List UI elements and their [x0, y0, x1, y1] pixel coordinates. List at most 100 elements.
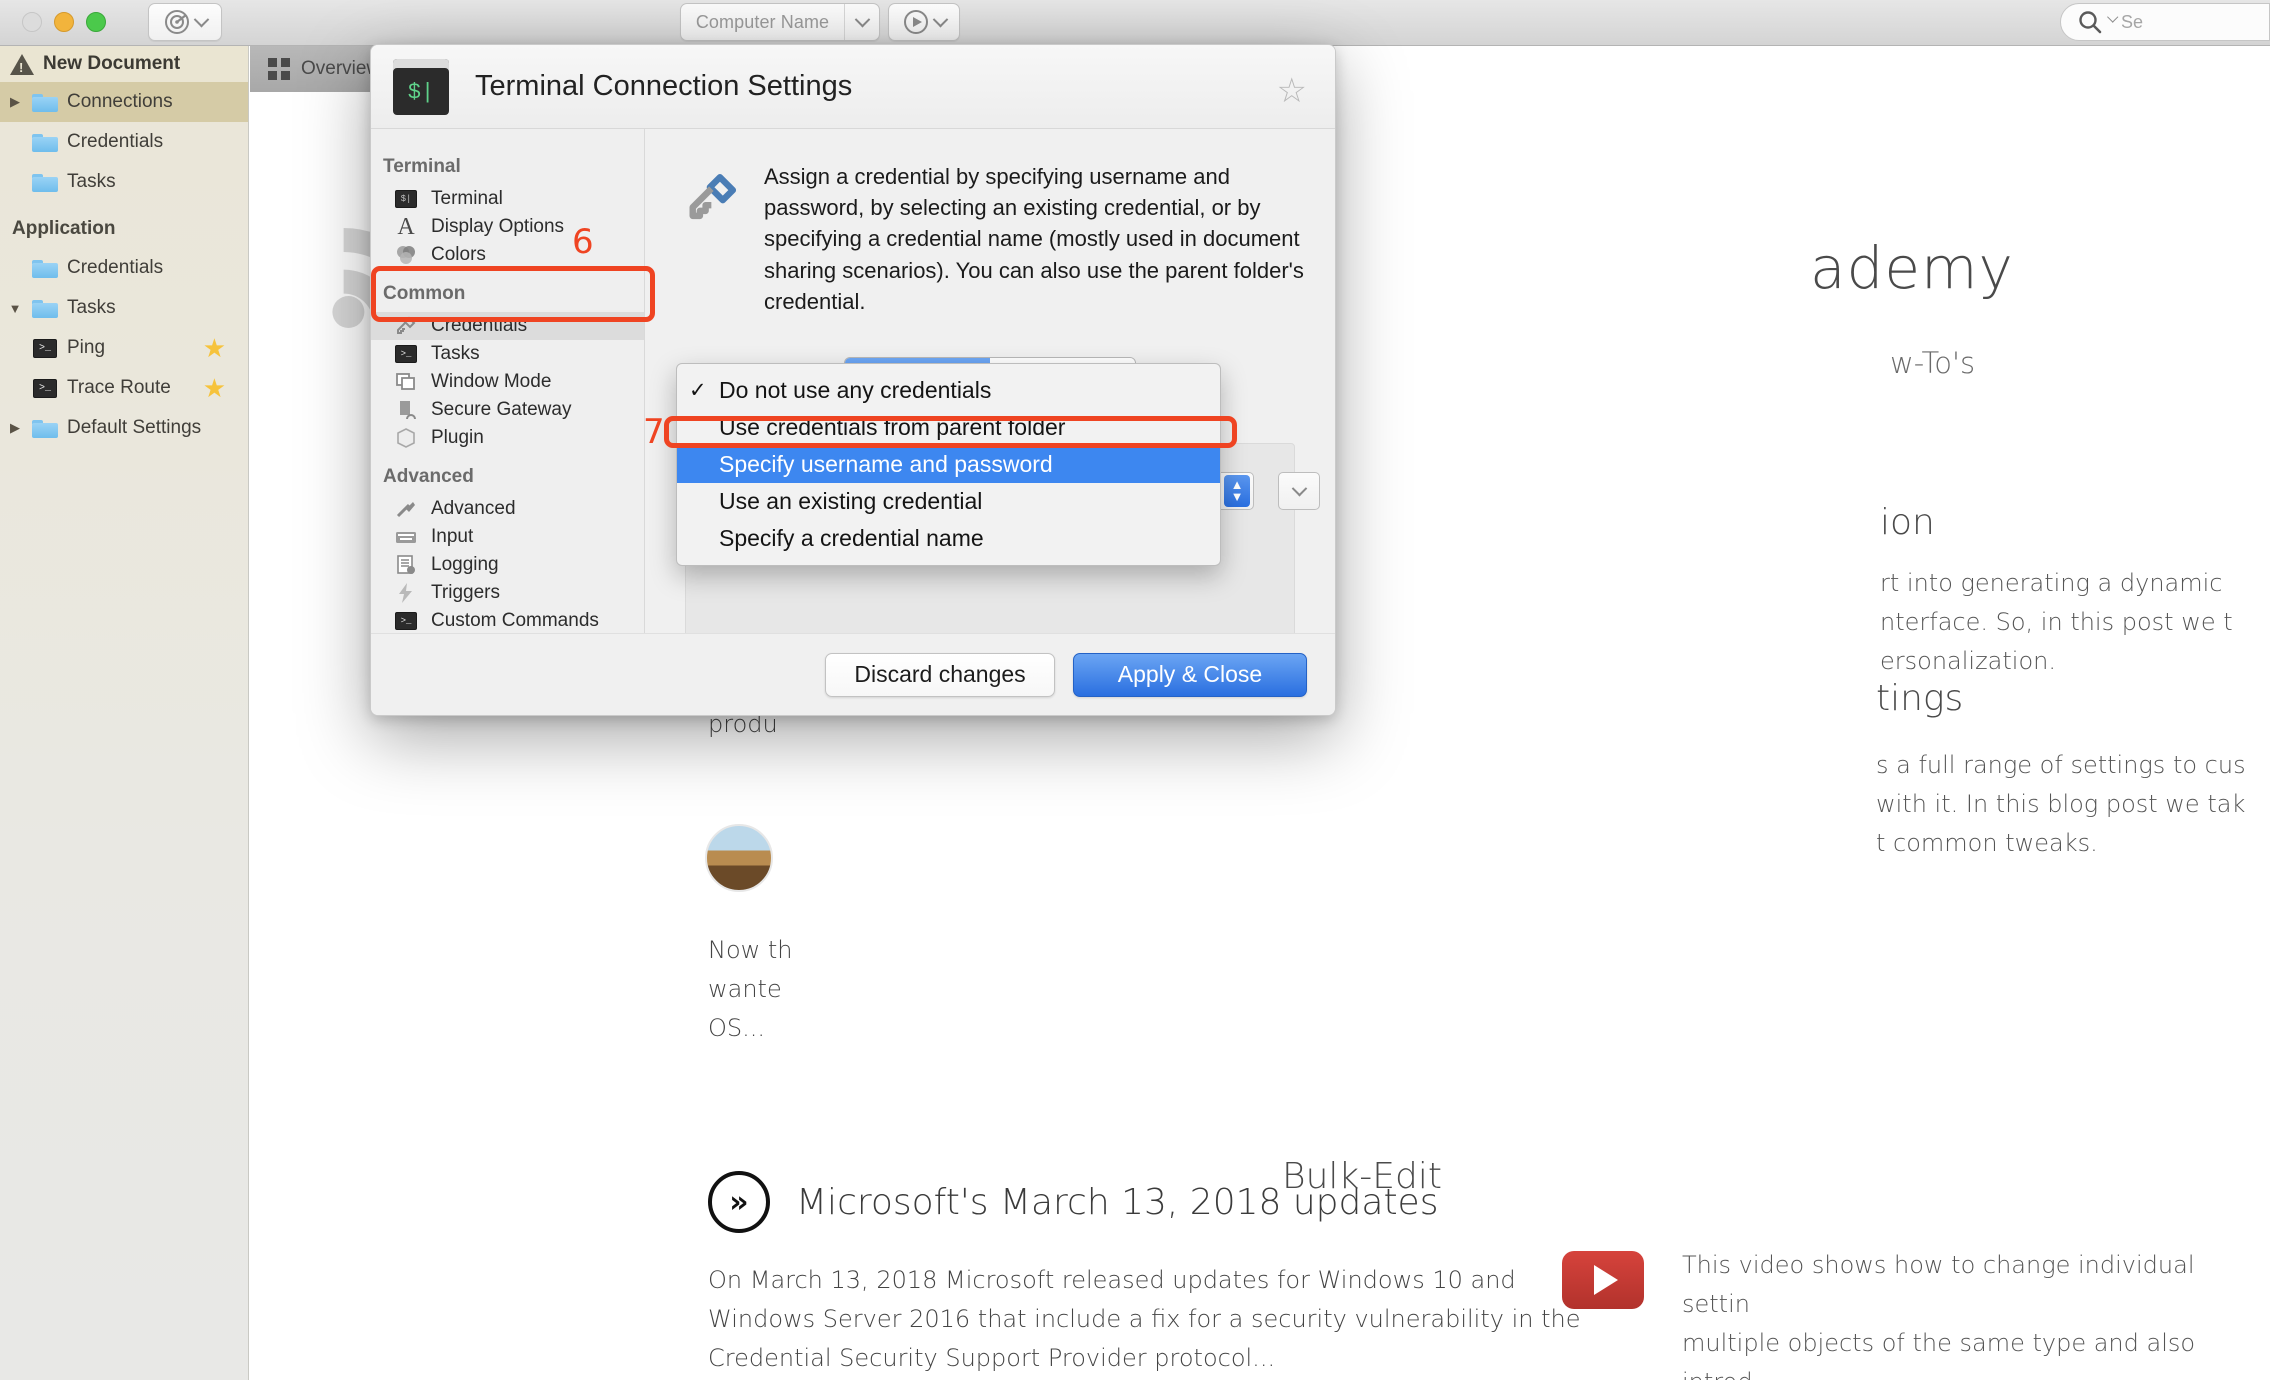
radar-icon — [164, 10, 189, 34]
computer-name-input[interactable]: Computer Name — [681, 12, 844, 33]
dialog-footer: Discard changes Apply & Close — [371, 633, 1335, 715]
dialog-title: Terminal Connection Settings — [475, 70, 853, 102]
menu-item-use-an-existing-credential[interactable]: Use an existing credential — [677, 483, 1220, 520]
computer-name-combobox[interactable]: Computer Name — [680, 3, 880, 41]
font-a-icon: A — [397, 213, 415, 240]
nav-item-label: Secure Gateway — [431, 399, 572, 420]
nav-item-custom-commands[interactable]: >_ Custom Commands — [371, 607, 644, 635]
connect-button[interactable] — [888, 3, 960, 41]
sidebar-item-connections[interactable]: ▶ Connections — [0, 82, 248, 122]
search-icon[interactable] — [2077, 9, 2103, 35]
dialog-header: $| Terminal Connection Settings ☆ — [371, 45, 1335, 129]
tools-icon — [393, 497, 419, 521]
nav-item-display-options[interactable]: A Display Options — [371, 213, 644, 241]
sidebar-item-label: Connections — [67, 91, 173, 112]
gateway-icon — [393, 398, 419, 422]
sidebar: New Document ▶ Connections Credentials T… — [0, 46, 249, 1380]
sidebar-item-app-credentials[interactable]: Credentials — [0, 248, 248, 288]
maximize-window-button[interactable] — [86, 12, 106, 32]
settings-nav: Terminal $| Terminal A Display Options C… — [371, 129, 645, 659]
bg-section-heading-1: ion — [1880, 502, 1935, 543]
grid-icon — [268, 58, 290, 80]
key-icon — [393, 314, 419, 338]
sidebar-item-trace-route[interactable]: >_ Trace Route ★ — [0, 368, 248, 408]
nav-item-label: Advanced — [431, 498, 516, 519]
nav-item-label: Tasks — [431, 343, 480, 364]
description-row: Assign a credential by specifying userna… — [667, 153, 1313, 317]
sidebar-item-app-tasks[interactable]: ▼ Tasks — [0, 288, 248, 328]
credential-extra-dropdown-button[interactable] — [1278, 472, 1320, 511]
tab-overview[interactable]: Overview — [250, 46, 380, 92]
nav-item-label: Plugin — [431, 427, 484, 448]
minimize-window-button[interactable] — [54, 12, 74, 32]
folder-icon — [30, 418, 60, 438]
favorite-star-icon[interactable]: ★ — [203, 335, 226, 361]
sidebar-item-label: Trace Route — [67, 377, 171, 398]
folder-icon — [30, 258, 60, 278]
nav-item-credentials[interactable]: Credentials — [371, 312, 644, 340]
search-field[interactable]: Se — [2060, 3, 2270, 41]
nav-group-terminal: Terminal — [383, 156, 461, 177]
sidebar-item-tasks[interactable]: Tasks — [0, 162, 248, 202]
sidebar-item-ping[interactable]: >_ Ping ★ — [0, 328, 248, 368]
nav-item-colors[interactable]: Colors — [371, 241, 644, 269]
lightning-icon — [393, 581, 419, 605]
folder-icon — [30, 172, 60, 192]
menu-item-label: Do not use any credentials — [719, 377, 992, 403]
sidebar-document-title: New Document — [43, 53, 181, 74]
nav-item-tasks[interactable]: >_ Tasks — [371, 340, 644, 368]
annotation-number-7: 7 — [643, 412, 665, 452]
nav-item-label: Terminal — [431, 188, 503, 209]
key-icon — [689, 174, 737, 220]
apply-and-close-button[interactable]: Apply & Close — [1073, 652, 1307, 697]
terminal-icon: >_ — [393, 342, 419, 366]
radar-button[interactable] — [148, 3, 222, 41]
nav-item-plugin[interactable]: Plugin — [371, 424, 644, 452]
disclosure-triangle-icon[interactable]: ▼ — [0, 301, 30, 316]
youtube-play-icon[interactable] — [1562, 1251, 1644, 1309]
search-placeholder: Se — [2121, 11, 2144, 32]
nav-item-window-mode[interactable]: Window Mode — [371, 368, 644, 396]
nav-item-terminal[interactable]: $| Terminal — [371, 185, 644, 213]
disclosure-triangle-icon[interactable]: ▶ — [0, 94, 30, 110]
left-paragraph-2: Now th wante OS... — [708, 936, 793, 1042]
disclosure-triangle-icon[interactable]: ▶ — [0, 420, 30, 436]
nav-item-label: Display Options — [431, 216, 565, 237]
chevron-down-icon — [193, 11, 209, 27]
favorite-star-icon[interactable]: ★ — [203, 375, 226, 401]
menu-item-specify-a-credential-name[interactable]: Specify a credential name — [677, 520, 1220, 557]
terminal-icon: $| — [393, 58, 449, 115]
updown-stepper-icon[interactable]: ▲ ▼ — [1224, 475, 1250, 508]
sidebar-item-default-settings[interactable]: ▶ Default Settings — [0, 408, 248, 448]
nav-item-label: Colors — [431, 244, 486, 265]
sidebar-document-header[interactable]: New Document — [0, 46, 248, 82]
bg-section-body-1: rt into generating a dynamic nterface. S… — [1880, 569, 2233, 675]
sidebar-item-credentials[interactable]: Credentials — [0, 122, 248, 162]
menu-item-specify-username-and-password[interactable]: Specify username and password — [677, 446, 1220, 483]
nav-item-logging[interactable]: Logging — [371, 551, 644, 579]
sidebar-item-label: Credentials — [67, 131, 164, 152]
sidebar-item-label: Ping — [67, 337, 106, 358]
menu-item-do-not-use-any-credentials[interactable]: ✓ Do not use any credentials — [677, 372, 1220, 409]
computer-name-dropdown-button[interactable] — [845, 11, 879, 28]
star-outline-icon[interactable]: ☆ — [1277, 71, 1307, 111]
video-body: This video shows how to change individua… — [1682, 1251, 2196, 1380]
nav-item-input[interactable]: Input — [371, 523, 644, 551]
terminal-icon: >_ — [30, 378, 60, 398]
chevron-down-icon[interactable] — [2107, 11, 2119, 23]
credential-mode-dropdown-menu[interactable]: ✓ Do not use any credentials Use credent… — [676, 363, 1221, 566]
window-traffic-lights — [22, 12, 106, 32]
close-window-button[interactable] — [22, 12, 42, 32]
checkmark-icon: ✓ — [689, 379, 707, 402]
annotation-number-6: 6 — [572, 222, 594, 262]
nav-item-triggers[interactable]: Triggers — [371, 579, 644, 607]
nav-item-label: Triggers — [431, 582, 500, 603]
nav-item-advanced[interactable]: Advanced — [371, 495, 644, 523]
nav-item-label: Input — [431, 526, 474, 547]
menu-item-use-credentials-from-parent-folder[interactable]: Use credentials from parent folder — [677, 409, 1220, 446]
menu-item-label: Use an existing credential — [719, 488, 983, 514]
nav-item-label: Logging — [431, 554, 499, 575]
terminal-icon: >_ — [30, 338, 60, 358]
discard-changes-button[interactable]: Discard changes — [825, 652, 1055, 697]
nav-item-secure-gateway[interactable]: Secure Gateway — [371, 396, 644, 424]
